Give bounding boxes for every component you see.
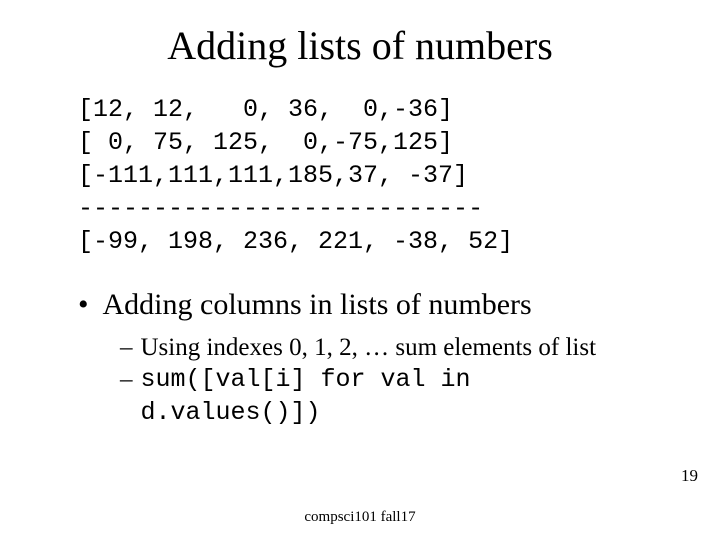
code-line-2: [ 0, 75, 125, 0,-75,125] <box>78 128 453 157</box>
bullet-dot-icon: • <box>78 286 89 324</box>
bullet-level2-a: – Using indexes 0, 1, 2, … sum elements … <box>120 332 660 365</box>
bullet-l1-text: Adding columns in lists of numbers <box>103 286 532 324</box>
code-line-1: [12, 12, 0, 36, 0,-36] <box>78 95 453 124</box>
code-line-5: [-99, 198, 236, 221, -38, 52] <box>78 227 513 256</box>
code-line-3: [-111,111,111,185,37, -37] <box>78 161 468 190</box>
slide-title: Adding lists of numbers <box>60 22 660 69</box>
footer-text: compsci101 fall17 <box>0 509 720 526</box>
bullet-l2a-text: Using indexes 0, 1, 2, … sum elements of… <box>141 332 597 365</box>
bullet-dash-icon: – <box>120 332 133 365</box>
code-line-4: --------------------------- <box>78 194 483 223</box>
code-block: [12, 12, 0, 36, 0,-36] [ 0, 75, 125, 0,-… <box>78 93 660 258</box>
bullet-level2-b: – sum([val[i] for val in d.values()]) <box>120 364 660 429</box>
bullet-level1: • Adding columns in lists of numbers <box>78 286 660 324</box>
bullet-dash-icon: – <box>120 364 133 429</box>
bullet-list: • Adding columns in lists of numbers – U… <box>78 286 660 429</box>
page-number: 19 <box>681 466 698 486</box>
slide: Adding lists of numbers [12, 12, 0, 36, … <box>0 0 720 540</box>
bullet-l2b-code: sum([val[i] for val in d.values()]) <box>141 364 661 429</box>
